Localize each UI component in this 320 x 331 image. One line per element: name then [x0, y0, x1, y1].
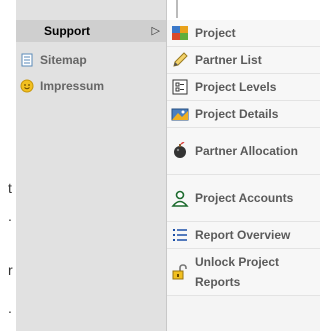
menu-item-label: Support: [44, 24, 90, 38]
smiley-icon: [20, 79, 34, 93]
page-text-fragment: .: [8, 300, 12, 316]
submenu-item-project-levels[interactable]: Project Levels: [167, 74, 320, 101]
menu-item-label: Impressum: [40, 79, 105, 93]
submenu-item-label: Report Overview: [195, 228, 291, 242]
main-menu: Support ▷ Sitemap Impressum: [16, 0, 167, 331]
submenu-arrow-icon: ▷: [151, 25, 160, 37]
page-text-fragment: t: [8, 180, 12, 196]
submenu-item-unlock-project-reports[interactable]: Unlock Project Reports: [167, 249, 320, 296]
submenu-item-partner-list[interactable]: Partner List: [167, 47, 320, 74]
details-icon: [171, 105, 189, 123]
menu-item-label: Sitemap: [40, 53, 87, 67]
user-icon: [171, 189, 189, 207]
submenu-item-label: Project Levels: [195, 80, 277, 94]
menu-divider: [176, 0, 178, 18]
menu-item-support[interactable]: Support ▷: [16, 20, 166, 42]
submenu-item-project[interactable]: Project: [167, 20, 320, 47]
submenu-item-project-details[interactable]: Project Details: [167, 101, 320, 128]
page-background: t . r .: [0, 0, 16, 331]
page-text-fragment: r: [8, 262, 13, 278]
pencil-icon: [171, 51, 189, 69]
bomb-icon: [171, 142, 189, 160]
submenu-item-label: Project Details: [195, 107, 279, 121]
submenu-item-report-overview[interactable]: Report Overview: [167, 222, 320, 249]
submenu-item-label: Partner List: [195, 53, 262, 67]
submenu-item-label: Project: [195, 26, 236, 40]
support-submenu: Project Partner List Project Levels Proj…: [166, 20, 320, 331]
submenu-item-label: Partner Allocation: [195, 144, 298, 158]
unlock-icon: [171, 263, 189, 281]
menu-item-impressum[interactable]: Impressum: [16, 73, 166, 99]
top-bar: [170, 0, 320, 18]
submenu-item-project-accounts[interactable]: Project Accounts: [167, 175, 320, 222]
list-icon: [171, 226, 189, 244]
submenu-item-label: Project Accounts: [195, 191, 294, 205]
screenshot-stage: t . r . Support ▷ Sitemap Impressum Proj…: [0, 0, 320, 331]
menu-item-sitemap[interactable]: Sitemap: [16, 47, 166, 73]
submenu-item-label: Unlock Project Reports: [195, 255, 280, 289]
levels-icon: [171, 78, 189, 96]
project-icon: [171, 24, 189, 42]
sitemap-icon: [20, 53, 34, 67]
page-text-fragment: .: [8, 208, 12, 224]
submenu-item-partner-allocation[interactable]: Partner Allocation: [167, 128, 320, 175]
